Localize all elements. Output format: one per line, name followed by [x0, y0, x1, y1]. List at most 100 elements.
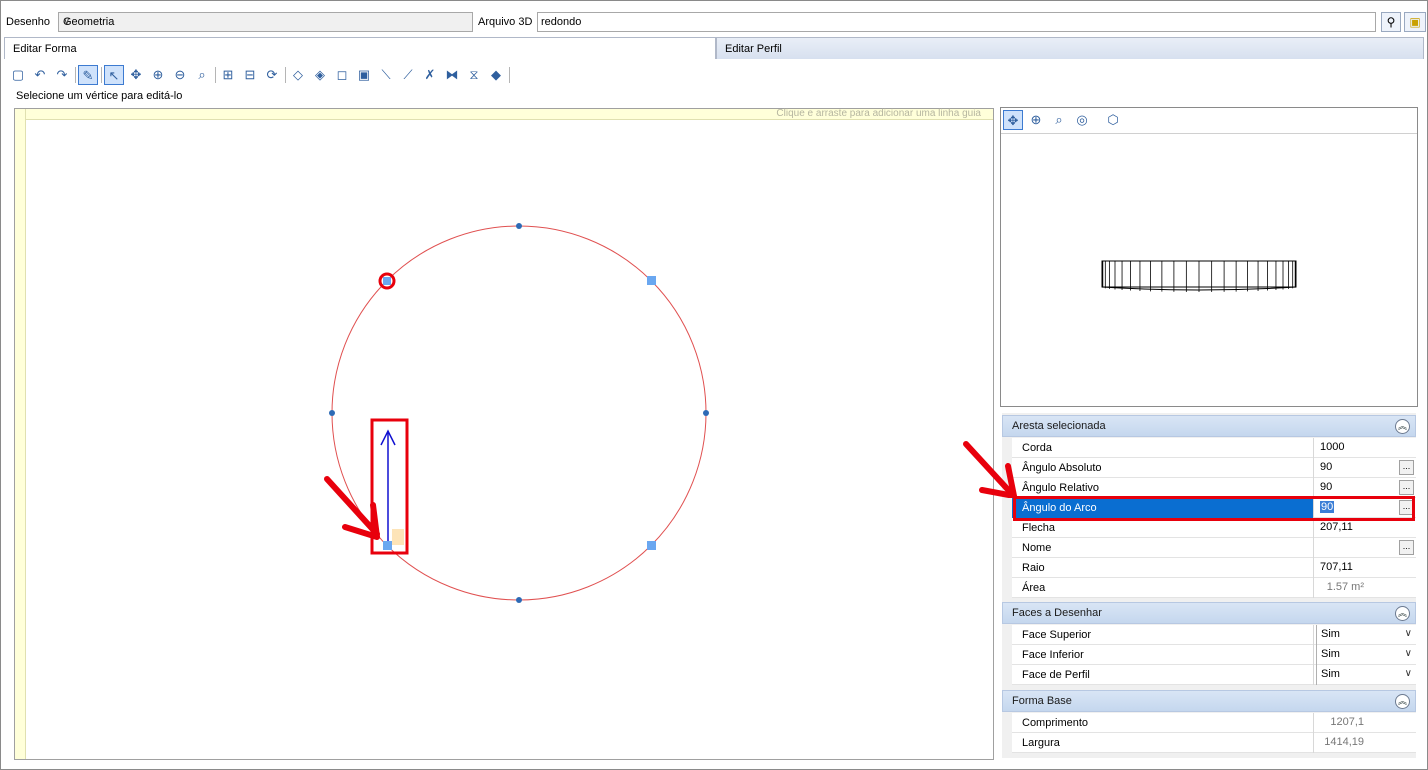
vertex-handle[interactable]	[383, 277, 391, 285]
property-value[interactable]: 207,11	[1316, 518, 1416, 538]
edge-midpoint[interactable]	[516, 223, 522, 229]
ellipsis-button[interactable]: ...	[1399, 540, 1414, 555]
file3d-input-field[interactable]	[538, 13, 1375, 31]
property-row-area[interactable]: Área 1.57 m²	[1012, 578, 1416, 598]
property-row-face-inferior[interactable]: Face Inferior Sim ∨	[1012, 645, 1416, 665]
new-icon[interactable]: ▢	[8, 65, 28, 85]
property-value[interactable]: 707,11	[1316, 558, 1416, 578]
preview-toolbar: ✥ ⊕ ⌕ ◎ ⬡	[1001, 108, 1417, 134]
zoom-in-icon[interactable]: ⊕	[148, 65, 168, 85]
preview-render	[1101, 260, 1297, 292]
zoom-fit-icon[interactable]: ⌕	[192, 65, 212, 85]
category-forma-base[interactable]: Forma Base ︽	[1002, 690, 1416, 712]
tab-editar-perfil-label: Editar Perfil	[725, 43, 782, 55]
shape4-icon[interactable]: ▣	[354, 65, 374, 85]
tab-editar-perfil[interactable]: Editar Perfil	[716, 37, 1424, 59]
property-name: Flecha	[1012, 518, 1314, 538]
property-row-comprimento[interactable]: Comprimento 1207,1	[1012, 713, 1416, 733]
property-value[interactable]: 1000	[1316, 438, 1416, 458]
property-name: Comprimento	[1012, 713, 1314, 733]
view-cube-icon[interactable]: ⬡	[1103, 110, 1123, 130]
vertex-handle[interactable]	[647, 541, 656, 550]
dxf-icon[interactable]: ✗	[420, 65, 440, 85]
property-value[interactable]: Sim	[1316, 665, 1416, 685]
stack-icon[interactable]: ⧖	[464, 65, 484, 85]
edge-midpoint[interactable]	[329, 410, 335, 416]
property-row-face-superior[interactable]: Face Superior Sim ∨	[1012, 625, 1416, 645]
toolbar-separator	[75, 67, 76, 83]
toolbar-separator	[101, 67, 102, 83]
property-row-face-de-perfil[interactable]: Face de Perfil Sim ∨	[1012, 665, 1416, 685]
shape6-icon[interactable]: ⟋	[398, 65, 418, 85]
property-value[interactable]: Sim	[1316, 625, 1416, 645]
property-name: Ângulo Relativo	[1012, 478, 1314, 498]
file3d-label: Arquivo 3D	[478, 16, 533, 28]
ellipsis-button[interactable]: ...	[1399, 480, 1414, 495]
collapse-icon[interactable]: ︽	[1395, 606, 1410, 621]
vertex-handle[interactable]	[647, 276, 656, 285]
property-row-nome[interactable]: Nome...	[1012, 538, 1416, 558]
zoom-in-icon[interactable]: ⊕	[1026, 110, 1046, 130]
category-title: Faces a Desenhar	[1012, 607, 1102, 619]
property-value: 1.57 m²	[1326, 581, 1364, 593]
vertex-handle[interactable]	[383, 541, 392, 550]
shape1-icon[interactable]: ◇	[288, 65, 308, 85]
property-name: Largura	[1012, 733, 1314, 753]
remove-vertex-icon[interactable]: ⊟	[240, 65, 260, 85]
preview-3d-panel[interactable]: ✥ ⊕ ⌕ ◎ ⬡	[1000, 107, 1418, 407]
property-row-corda[interactable]: Corda 1000	[1012, 438, 1416, 458]
zoom-fit-icon[interactable]: ⌕	[1049, 110, 1069, 130]
collapse-icon[interactable]: ︽	[1395, 419, 1410, 434]
property-name: Ângulo Absoluto	[1012, 458, 1314, 478]
orbit-icon[interactable]: ◎	[1072, 110, 1092, 130]
property-name: Corda	[1012, 438, 1314, 458]
chevron-down-icon[interactable]: ∨	[1405, 648, 1412, 659]
shape3-icon[interactable]: ◻	[332, 65, 352, 85]
property-row-flecha[interactable]: Flecha 207,11	[1012, 518, 1416, 538]
mirror-icon[interactable]: ⧓	[442, 65, 462, 85]
undo-icon[interactable]: ↶	[30, 65, 50, 85]
shape-toolbar: ▢ ↶ ↷ ✎ ↖ ✥ ⊕ ⊖ ⌕ ⊞ ⊟ ⟳ ◇ ◈ ◻ ▣ ⟍ ⟋ ✗ ⧓ ⧖ ◆	[8, 63, 568, 87]
select-icon[interactable]: ↖	[104, 65, 124, 85]
shape2-icon[interactable]: ◈	[310, 65, 330, 85]
drawing-select[interactable]: Geometria ∨	[58, 12, 473, 32]
rotate-icon[interactable]: ⟳	[262, 65, 282, 85]
zoom-out-icon[interactable]: ⊖	[170, 65, 190, 85]
property-value[interactable]: Sim	[1316, 645, 1416, 665]
open-folder-button[interactable]: ▣	[1404, 12, 1426, 32]
property-row-angulo-absoluto[interactable]: Ângulo Absoluto 90...	[1012, 458, 1416, 478]
property-name: Face de Perfil	[1012, 665, 1314, 685]
chevron-down-icon[interactable]: ∨	[1405, 668, 1412, 679]
drawing-canvas[interactable]: Clique e arraste para adicionar uma linh…	[14, 108, 994, 760]
pan-icon[interactable]: ✥	[1003, 110, 1023, 130]
chevron-down-icon: ∨	[63, 16, 71, 27]
category-aresta-selecionada[interactable]: Aresta selecionada ︽	[1002, 415, 1416, 437]
shape5-icon[interactable]: ⟍	[376, 65, 396, 85]
binoculars-button[interactable]: ⚲	[1381, 12, 1401, 32]
binoculars-icon: ⚲	[1386, 15, 1396, 29]
chevron-down-icon[interactable]: ∨	[1405, 628, 1412, 639]
collapse-icon[interactable]: ︽	[1395, 694, 1410, 709]
add-vertex-icon[interactable]: ⊞	[218, 65, 238, 85]
layers-icon[interactable]: ◆	[486, 65, 506, 85]
property-name: Raio	[1012, 558, 1314, 578]
file3d-input[interactable]	[537, 12, 1376, 32]
tab-editar-forma[interactable]: Editar Forma	[4, 37, 716, 59]
property-row-raio[interactable]: Raio 707,11	[1012, 558, 1416, 578]
redo-icon[interactable]: ↷	[52, 65, 72, 85]
property-value: 1207,1	[1330, 716, 1364, 728]
pan-icon[interactable]: ✥	[126, 65, 146, 85]
edit-vertex-icon[interactable]: ✎	[78, 65, 98, 85]
edge-midpoint[interactable]	[516, 597, 522, 603]
top-bar: Desenho Geometria ∨ Arquivo 3D ⚲ ▣	[1, 8, 1427, 36]
drawing-label: Desenho	[6, 16, 51, 28]
red-pointer-arrow-icon	[963, 441, 1017, 498]
category-faces-a-desenhar[interactable]: Faces a Desenhar ︽	[1002, 602, 1416, 624]
highlight-box	[1013, 496, 1415, 521]
toolbar-separator	[285, 67, 286, 83]
property-row-angulo-relativo[interactable]: Ângulo Relativo 90...	[1012, 478, 1416, 498]
edge-midpoint[interactable]	[703, 410, 709, 416]
property-name: Face Superior	[1012, 625, 1314, 645]
ellipsis-button[interactable]: ...	[1399, 460, 1414, 475]
property-row-largura[interactable]: Largura 1414,19	[1012, 733, 1416, 753]
